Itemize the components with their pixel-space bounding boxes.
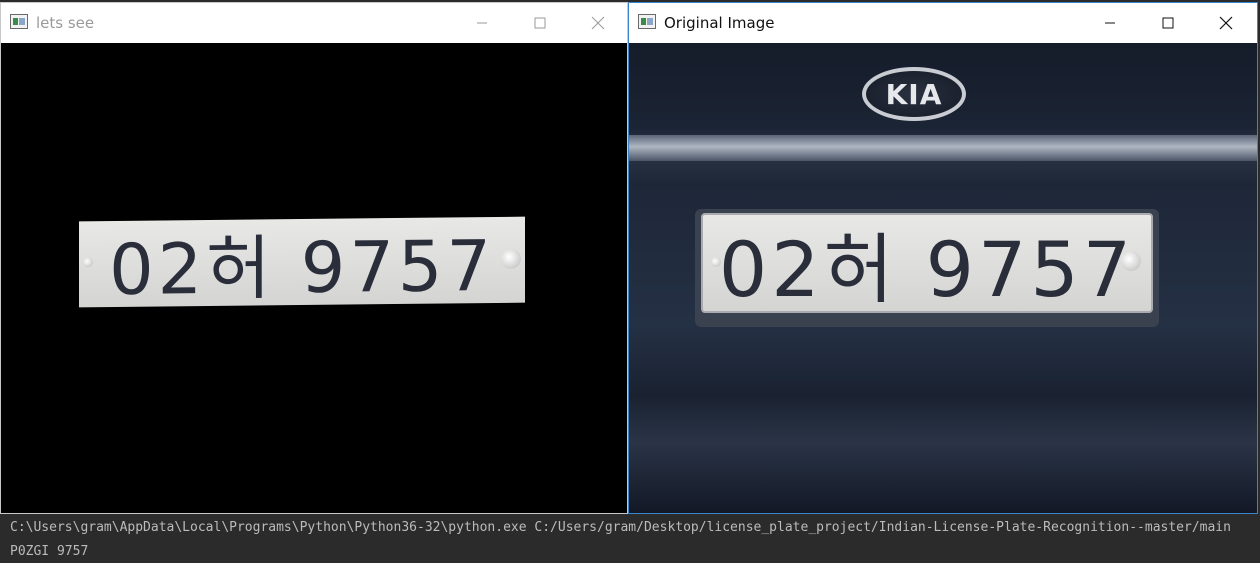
- plate-bolt-left: [83, 257, 93, 268]
- original-image-minimize-button[interactable]: [1081, 3, 1139, 43]
- close-icon: [591, 16, 605, 30]
- lets-see-minimize-button[interactable]: [453, 3, 511, 43]
- console-command-line: C:\Users\gram\AppData\Local\Programs\Pyt…: [10, 520, 1231, 535]
- original-image-maximize-button[interactable]: [1139, 3, 1197, 43]
- original-plate-image: 02허 9757: [701, 213, 1153, 314]
- console-output: C:\Users\gram\AppData\Local\Programs\Pyt…: [0, 514, 1260, 563]
- kia-logo-text: KIA: [885, 77, 943, 111]
- cropped-plate-image: 02허 9757: [79, 216, 525, 311]
- lets-see-title: lets see: [36, 14, 95, 32]
- maximize-icon: [534, 17, 546, 29]
- original-car-image: KIA 02허 9757: [629, 43, 1257, 513]
- original-plate-text: 02허 9757: [718, 225, 1136, 314]
- lets-see-window: lets see 02허 9757: [0, 2, 628, 514]
- lets-see-image-canvas: 02허 9757: [1, 43, 627, 513]
- original-image-title: Original Image: [664, 14, 775, 32]
- plate-bolt-right: [501, 248, 521, 269]
- app-window-icon: [638, 14, 656, 29]
- kia-logo: KIA: [862, 67, 966, 121]
- app-window-icon: [10, 14, 28, 29]
- chrome-trim: [629, 135, 1257, 161]
- console-result-line: P0ZGI 9757: [10, 544, 89, 559]
- cropped-plate-text: 02허 9757: [109, 224, 495, 311]
- lets-see-close-button[interactable]: [569, 3, 627, 43]
- plate-bolt-left: [711, 257, 721, 267]
- original-image-window: Original Image KIA 02허 9757: [628, 2, 1258, 514]
- lets-see-titlebar[interactable]: lets see: [1, 3, 627, 43]
- original-image-titlebar[interactable]: Original Image: [629, 3, 1257, 43]
- original-image-close-button[interactable]: [1197, 3, 1255, 43]
- minimize-icon: [477, 22, 487, 24]
- close-icon: [1219, 16, 1233, 30]
- plate-bolt-right: [1121, 251, 1141, 271]
- minimize-icon: [1105, 22, 1115, 24]
- maximize-icon: [1162, 17, 1174, 29]
- lets-see-maximize-button[interactable]: [511, 3, 569, 43]
